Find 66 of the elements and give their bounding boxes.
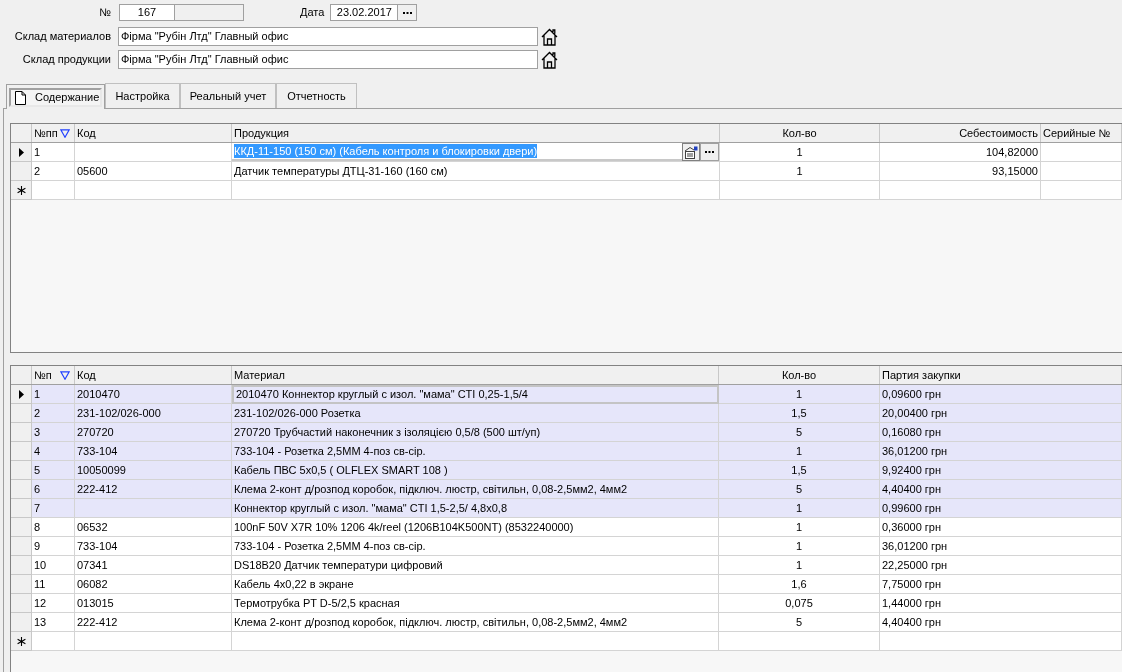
column-header[interactable]: Партия закупки (880, 366, 1122, 384)
ellipsis-button[interactable] (700, 143, 719, 161)
warehouse-field[interactable]: Фірма "Рубін Лтд" Главный офис (118, 50, 538, 69)
column-header[interactable]: Себестоимость (880, 124, 1041, 142)
table-row[interactable]: 8 06532 100nF 50V X7R 10% 1206 4k/reel (1206B104K500NT) (8532240000) 1 0,36000 грн (11, 518, 1122, 537)
table-row[interactable]: 7 Коннектор круглый с изол. "мама" CTI 1,5-2,5/ 4,8х0,8 1 0,99600 грн (11, 499, 1122, 518)
table-row[interactable]: 1 2010470 2010470 Коннектор круглый с изол. "мама" CTI 0,25-1,5/4 1 0,09600 грн (11, 385, 1122, 404)
current-row-icon (18, 147, 24, 157)
tab[interactable]: Настройка (105, 83, 180, 108)
current-row-icon (18, 389, 24, 399)
house-icon[interactable] (541, 27, 558, 46)
table-row[interactable]: 12 013015 Термотрубка PT D-5/2,5 красная 0,075 1,44000 грн (11, 594, 1122, 613)
table-row[interactable]: 2 231-102/026-000 231-102/026-000 Розетка 1,5 20,00400 грн (11, 404, 1122, 423)
table-row[interactable]: 6 222-412 Клема 2-конт д/розпод коробок, підключ. люстр, світильн, 0,08-2,5мм2, 4мм2 5 4,40400 грн (11, 480, 1122, 499)
column-header[interactable]: №пп (32, 124, 75, 142)
tab[interactable]: Реальный учет (180, 83, 276, 108)
table-cell: 2010470 Коннектор круглый с изол. "мама" CTI 0,25-1,5/4 (232, 385, 719, 404)
tab[interactable]: Отчетность (276, 83, 357, 108)
table-row[interactable]: 3 270720 270720 Трубчастий наконечник з ізоляцією 0,5/8 (500 шт/уп) 5 0,16080 грн (11, 423, 1122, 442)
table-row[interactable]: 13 222-412 Клема 2-конт д/розпод коробок, підключ. люстр, світильн, 0,08-2,5мм2, 4мм2 5 4,40400 грн (11, 613, 1122, 632)
house-icon[interactable] (541, 50, 558, 69)
date-picker-button[interactable] (398, 4, 418, 21)
table-cell: 104,82000 (880, 143, 1041, 162)
list-card-icon (684, 145, 698, 159)
table-cell (32, 181, 75, 200)
asterisk-icon (16, 636, 26, 646)
column-header[interactable]: Кол-во (720, 124, 880, 142)
table-cell: 1 (720, 143, 880, 162)
table-row[interactable]: 10 07341 DS18B20 Датчик температури цифровий 1 22,25000 грн (11, 556, 1122, 575)
column-header[interactable]: Кол-во (719, 366, 880, 384)
table-cell: 93,15000 (880, 162, 1041, 181)
table-row[interactable]: 11 06082 Кабель 4х0,22 в экране 1,6 7,75000 грн (11, 575, 1122, 594)
row-header[interactable] (11, 632, 32, 651)
column-header[interactable]: Код (75, 366, 232, 384)
table-cell: 05600 (75, 162, 232, 181)
field-label: Склад продукции (22, 52, 111, 68)
date-field[interactable]: 23.02.2017 (330, 4, 399, 21)
field-label: Дата (300, 5, 325, 21)
table-cell: 2 (32, 162, 75, 181)
table-row[interactable]: 5 10050099 Кабель ПВС 5х0,5 ( OLFLEX SMART 108 ) 1,5 9,92400 грн (11, 461, 1122, 480)
column-header[interactable]: Материал (232, 366, 719, 384)
table-cell: 1 (720, 162, 880, 181)
number-field[interactable]: 167 (119, 4, 175, 21)
sort-icon (60, 128, 70, 138)
table-cell (32, 632, 75, 651)
warehouse-field[interactable]: Фірма "Рубін Лтд" Главный офис (118, 27, 538, 46)
row-header[interactable] (11, 143, 32, 162)
column-header[interactable]: Код (75, 124, 232, 142)
tab[interactable]: Содержание (6, 84, 105, 109)
field-label: Склад материалов (14, 29, 111, 45)
ellipsis-icon (402, 11, 412, 14)
table-row[interactable]: 9 733-104 733-104 - Розетка 2,5ММ 4-поз св-сір. 1 36,01200 грн (11, 537, 1122, 556)
lookup-button[interactable] (682, 143, 700, 161)
column-header[interactable]: №п (32, 366, 75, 384)
table-cell: Датчик температуры ДТЦ-31-160 (160 см) (232, 162, 720, 181)
table-row[interactable]: 4 733-104 733-104 - Розетка 2,5ММ 4-поз св-сір. 1 36,01200 грн (11, 442, 1122, 461)
row-header[interactable] (11, 181, 32, 200)
sort-icon (60, 370, 70, 380)
asterisk-icon (16, 185, 26, 195)
row-header[interactable] (11, 385, 32, 404)
field-label: № (99, 5, 111, 21)
column-header[interactable]: Серийные № (1041, 124, 1122, 142)
column-header[interactable]: Продукция (232, 124, 720, 142)
document-icon (15, 90, 26, 105)
readonly-field (175, 4, 244, 21)
table-cell: 1 (32, 143, 75, 162)
